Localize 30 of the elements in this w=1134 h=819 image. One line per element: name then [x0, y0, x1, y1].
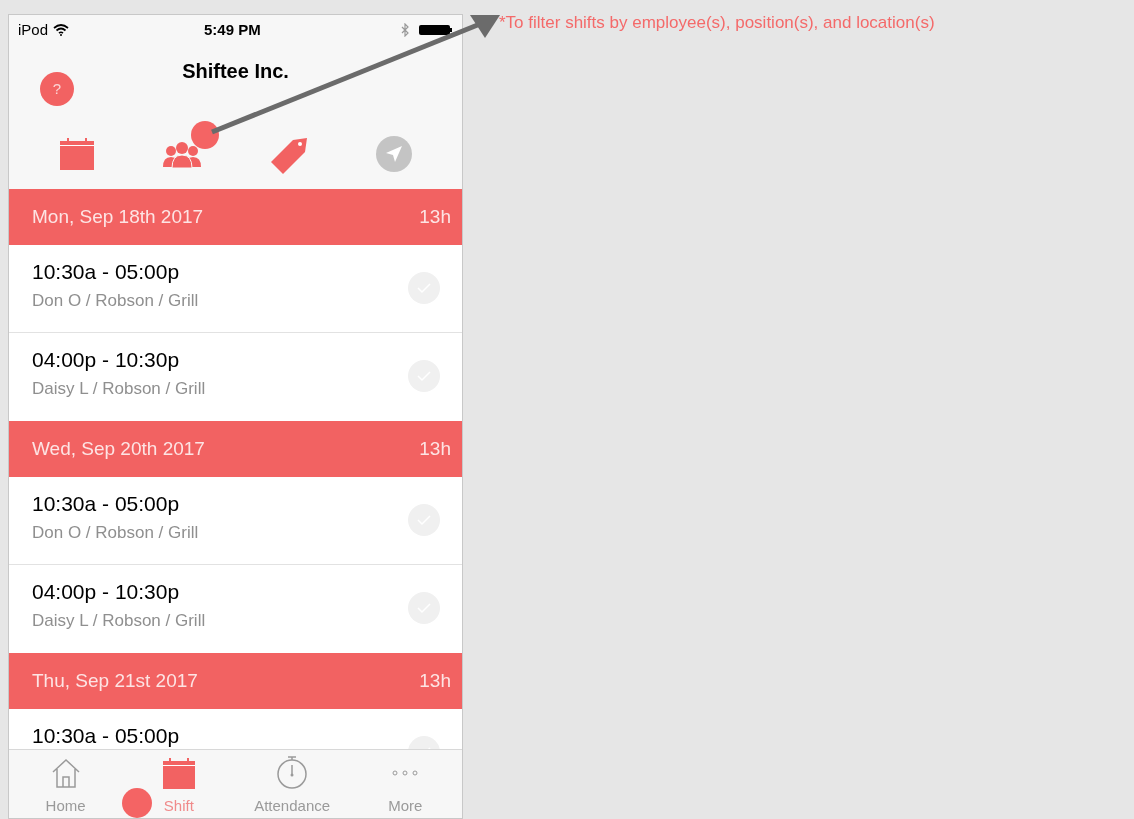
stopwatch-icon — [275, 754, 310, 789]
people-icon[interactable] — [161, 140, 202, 168]
shift-time: 10:30a - 05:00p — [32, 492, 181, 516]
clock-text: 5:49 PM — [204, 19, 261, 40]
hours-text: 13h — [419, 436, 451, 461]
date-text: Wed, Sep 20th 2017 — [32, 436, 205, 461]
calendar-icon[interactable] — [58, 137, 95, 171]
hours-text: 13h — [419, 668, 451, 693]
app-title: Shiftee Inc. — [182, 59, 289, 84]
annotation-text: *To filter shifts by employee(s), position(s), and location(s) — [499, 12, 935, 34]
date-text: Thu, Sep 21st 2017 — [32, 668, 198, 693]
shift-detail: Daisy L / Robson / Grill — [32, 378, 207, 400]
annotation-marker — [191, 121, 219, 149]
calendar-icon — [162, 756, 195, 789]
bluetooth-icon — [401, 23, 409, 37]
home-icon — [50, 756, 81, 789]
shift-time: 04:00p - 10:30p — [32, 580, 181, 604]
hours-text: 13h — [419, 204, 451, 229]
more-icon — [392, 769, 419, 776]
shift-time: 04:00p - 10:30p — [32, 348, 181, 372]
shift-detail: Daisy L / Robson / Grill — [32, 610, 207, 632]
shift-detail: Don O / Robson / Grill — [32, 522, 200, 544]
shift-time: 10:30a - 05:00p — [32, 724, 181, 748]
carrier-text: iPod — [18, 19, 49, 40]
wifi-icon — [53, 24, 70, 36]
shift-time: 10:30a - 05:00p — [32, 260, 181, 284]
shift-detail: Don O / Robson / Grill — [32, 290, 200, 312]
date-text: Mon, Sep 18th 2017 — [32, 204, 204, 229]
battery-icon — [419, 24, 453, 36]
annotation-marker — [122, 788, 152, 818]
